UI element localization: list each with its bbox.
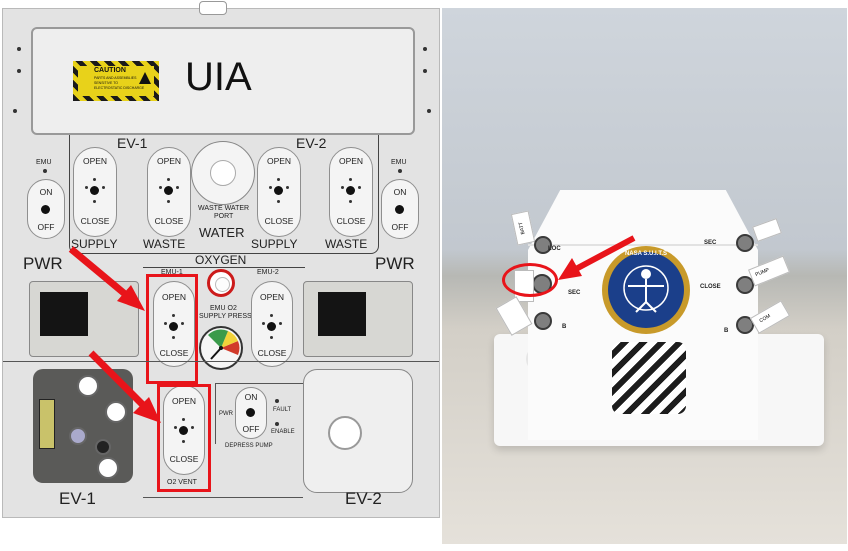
toggle-highlight-circle bbox=[502, 263, 558, 297]
batt-tag: BATT bbox=[510, 210, 536, 246]
uia-panel-diagram: CAUTION PARTS AND ASSEMBLIES SENSITIVE T… bbox=[2, 1, 440, 518]
device-vent bbox=[612, 342, 686, 414]
sec-left-label: SEC bbox=[568, 290, 581, 296]
close-label: CLOSE bbox=[700, 284, 721, 290]
uia-hardware-photo: NASA S.U.I.T.S BATT LOC SEC B SEC CLOSE … bbox=[442, 8, 847, 544]
b-right-label: B bbox=[724, 328, 729, 334]
toggle-lower-left[interactable] bbox=[534, 312, 552, 330]
sec-right-label: SEC bbox=[704, 240, 717, 246]
toggle-sec-right[interactable] bbox=[736, 234, 754, 252]
highlight-arrow-2 bbox=[558, 235, 636, 280]
highlight-arrow-1 bbox=[68, 246, 161, 423]
b-left-label: B bbox=[562, 324, 567, 330]
